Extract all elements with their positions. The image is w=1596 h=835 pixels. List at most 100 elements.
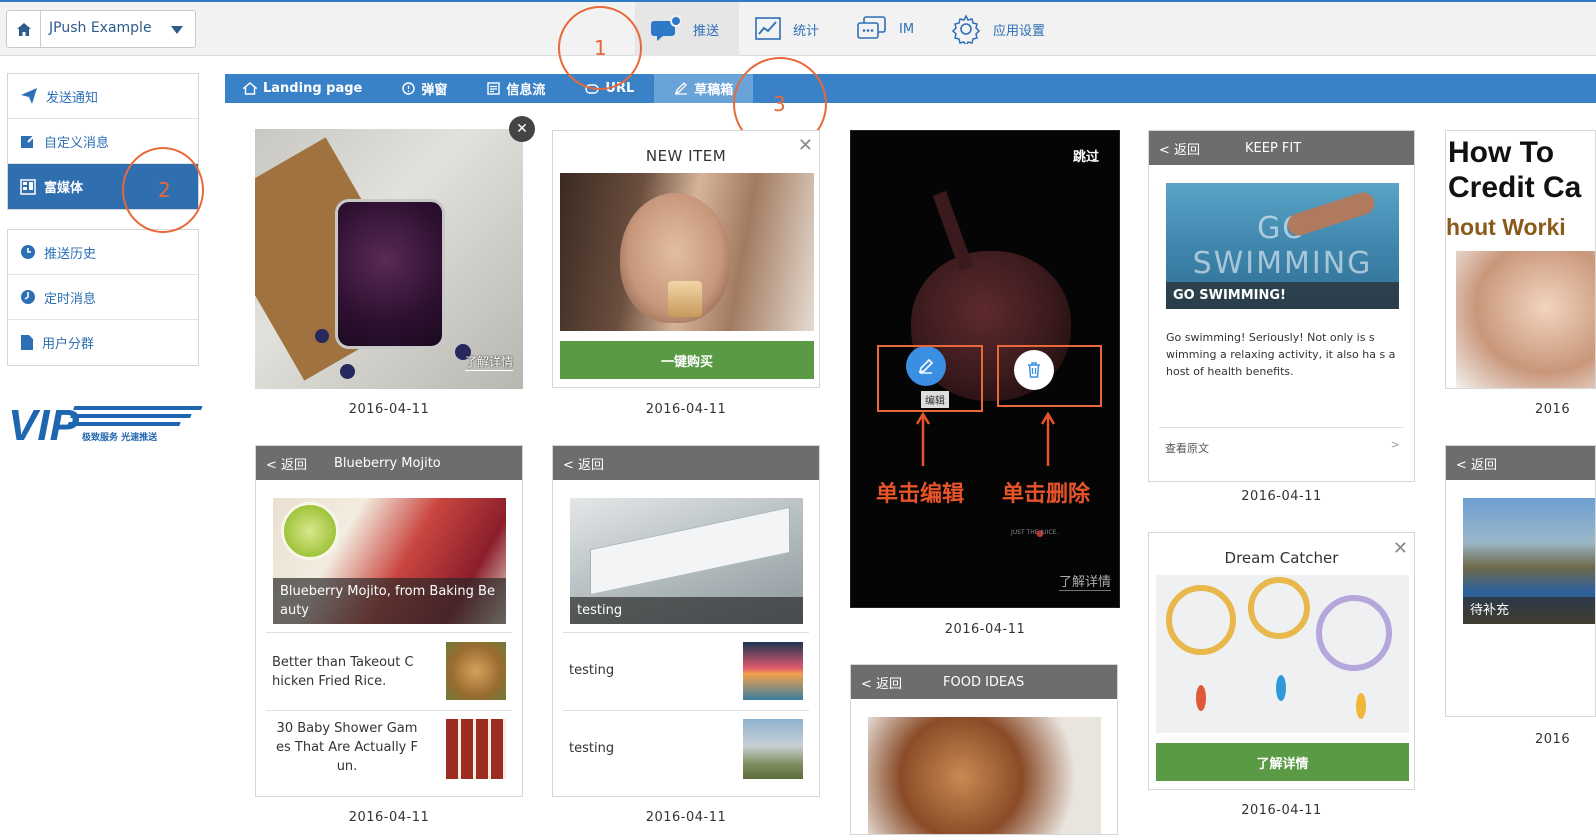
- tab-feed[interactable]: 信息流: [467, 74, 565, 103]
- tab-label: Landing page: [263, 81, 363, 96]
- template-tab-bar: Landing page 弹窗 信息流 URL 草稿箱: [225, 74, 1596, 103]
- learn-more-button[interactable]: 了解详情: [1156, 743, 1409, 781]
- list-item[interactable]: 30 Baby Shower Gam es That Are Actually …: [266, 710, 512, 788]
- back-button[interactable]: < 返回: [553, 454, 631, 473]
- pencil-icon: [675, 82, 688, 95]
- card-header: < 返回: [553, 446, 819, 480]
- brand-tagline: JUST THE JUICE.: [1011, 529, 1059, 536]
- photo-caption: Blueberry Mojito, from Baking Be auty: [273, 578, 506, 624]
- photo-caption: GO SWIMMING!: [1166, 282, 1399, 309]
- tab-landing-page[interactable]: Landing page: [225, 74, 382, 103]
- list-item[interactable]: testing: [563, 632, 809, 710]
- photo-caption: 待补充: [1463, 597, 1595, 624]
- list-item-text: 30 Baby Shower Gam es That Are Actually …: [275, 721, 418, 774]
- line-chart-icon: [755, 17, 781, 40]
- hoop-shape: [1248, 577, 1310, 639]
- nav-push[interactable]: 推送: [635, 2, 739, 56]
- landing-card-credit: How To Credit Ca hout Worki: [1445, 130, 1596, 389]
- jam-photo[interactable]: 了解详情: [255, 129, 523, 389]
- sidebar-item-label: 自定义消息: [44, 135, 110, 151]
- back-button[interactable]: < 返回: [1149, 139, 1245, 158]
- back-button[interactable]: < 返回: [851, 673, 929, 692]
- sidebar-item-label: 推送历史: [44, 246, 97, 262]
- card-date: 2016-04-11: [348, 402, 430, 417]
- popup-card-dream-catcher: Dream Catcher ✕ 了解详情: [1148, 532, 1415, 790]
- document-icon: [21, 335, 33, 350]
- back-button[interactable]: < 返回: [256, 454, 334, 473]
- card-date: 2016-04-11: [645, 402, 727, 417]
- lake-photo[interactable]: 待补充: [1463, 498, 1595, 624]
- home-icon: [243, 82, 257, 95]
- photo-caption: testing: [570, 597, 803, 624]
- mojito-photo[interactable]: Blueberry Mojito, from Baking Be auty: [273, 498, 506, 624]
- sidebar-item-scheduled-message[interactable]: 定时消息: [8, 275, 198, 320]
- headline-text: How To Credit Ca: [1448, 135, 1581, 205]
- woman-photo[interactable]: [1456, 251, 1595, 388]
- sidebar-group-history: 推送历史 定时消息 用户分群: [7, 229, 199, 366]
- sidebar-item-send-notification[interactable]: 发送通知: [8, 74, 198, 119]
- list-item-text: testing: [569, 663, 615, 678]
- annotation-number-1: 1: [594, 36, 607, 60]
- app-selector[interactable]: JPush Example: [6, 10, 196, 48]
- nav-stats[interactable]: 统计: [739, 2, 835, 56]
- chevron-down-icon[interactable]: [171, 26, 183, 34]
- nav-app-settings[interactable]: 应用设置: [935, 2, 1061, 56]
- card-date: 2016-04-11: [645, 810, 727, 825]
- sidebar-item-push-history[interactable]: 推送历史: [8, 230, 198, 275]
- dream-catcher-photo[interactable]: [1156, 575, 1409, 733]
- learn-more-link[interactable]: 了解详情: [1058, 571, 1111, 591]
- back-button[interactable]: < 返回: [1446, 454, 1524, 473]
- airport-photo[interactable]: testing: [570, 498, 803, 624]
- bottles-thumbnail: [446, 719, 506, 779]
- card-header: < 返回 KEEP FIT: [1149, 131, 1414, 165]
- feed-card-lake: < 返回 待补充: [1445, 445, 1596, 717]
- terminal-shape: [590, 506, 790, 596]
- edit-hint-label: 单击编辑: [876, 482, 965, 507]
- close-icon[interactable]: ✕: [1393, 538, 1408, 559]
- read-original-link[interactable]: 查看原文: [1165, 440, 1209, 456]
- sidebar-item-label: 定时消息: [44, 291, 97, 307]
- sidebar-item-user-segments[interactable]: 用户分群: [8, 320, 198, 365]
- swimming-overlay-text: GO SWIMMING: [1192, 211, 1373, 281]
- list-item[interactable]: testing: [563, 710, 809, 788]
- article-body: Go swimming! Seriously! Not only is s wi…: [1166, 331, 1396, 378]
- buy-now-button[interactable]: 一键购买: [560, 341, 814, 379]
- card-title: KEEP FIT: [1245, 140, 1302, 156]
- clock-icon: [21, 245, 35, 259]
- perfume-bottle: [668, 281, 702, 317]
- hoop-shape: [1166, 585, 1236, 655]
- close-icon[interactable]: ✕: [509, 116, 535, 142]
- perfume-photo[interactable]: [560, 173, 814, 331]
- chevron-right-icon: >: [1390, 438, 1400, 451]
- delete-highlight-box: [997, 345, 1102, 407]
- card-header: < 返回: [1446, 446, 1595, 480]
- skip-button[interactable]: 跳过: [1073, 146, 1099, 165]
- mountain-thumbnail: [743, 719, 803, 779]
- card-date: 2016-04-11: [1241, 803, 1322, 818]
- list-item[interactable]: Better than Takeout C hicken Fried Rice.: [266, 632, 512, 710]
- close-icon[interactable]: ✕: [798, 135, 813, 156]
- nav-app-settings-label: 应用设置: [993, 23, 1046, 39]
- svg-text:极致服务 光速推送: 极致服务 光速推送: [82, 431, 158, 443]
- learn-more-link[interactable]: 了解详情: [464, 353, 513, 371]
- popup-card-new-item: NEW ITEM ✕ 一键购买: [552, 130, 820, 388]
- headline-line-1: How To: [1448, 136, 1555, 169]
- home-icon[interactable]: [7, 11, 41, 47]
- nav-im[interactable]: IM: [841, 2, 930, 56]
- list-item-text: testing: [569, 741, 615, 756]
- read-original-row[interactable]: 查看原文 >: [1159, 427, 1404, 463]
- card-title: NEW ITEM: [645, 147, 727, 165]
- tab-popup[interactable]: 弹窗: [382, 74, 467, 103]
- feed-card-testing: < 返回 testing testing testing: [552, 445, 820, 797]
- card-date: 2016: [1535, 732, 1571, 747]
- annotation-number-2: 2: [158, 178, 171, 202]
- food-photo[interactable]: [868, 717, 1101, 834]
- list-item-text: Better than Takeout C hicken Fried Rice.: [272, 655, 414, 689]
- rice-thumbnail: [446, 642, 506, 700]
- top-bar: JPush Example 推送 统计 IM 应用设置: [0, 0, 1596, 56]
- gear-icon: [951, 14, 981, 44]
- swimming-photo[interactable]: GO SWIMMING GO SWIMMING!: [1166, 183, 1399, 309]
- blueberry: [315, 329, 329, 343]
- card-date: 2016: [1535, 402, 1571, 417]
- nav-push-label: 推送: [693, 23, 720, 39]
